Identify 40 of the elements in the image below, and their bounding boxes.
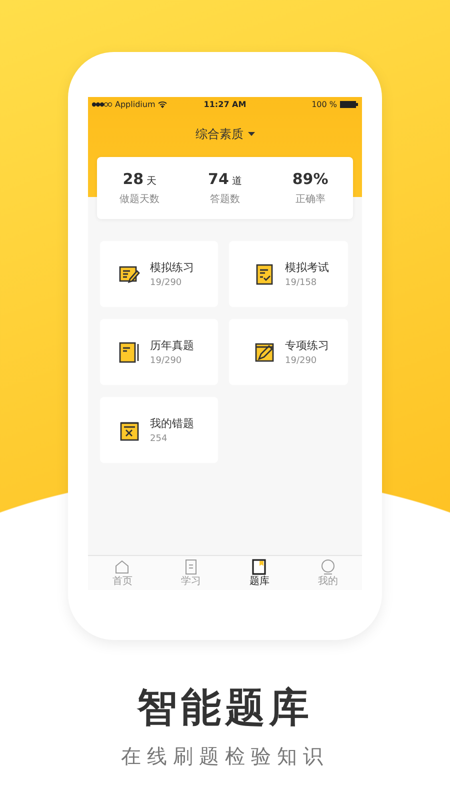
stat-label: 答题数 bbox=[210, 193, 240, 206]
question-book-icon[interactable] bbox=[251, 559, 268, 575]
profile-icon[interactable] bbox=[320, 559, 336, 575]
headline: 智能题库 bbox=[137, 684, 313, 733]
stat-label: 正确率 bbox=[295, 192, 326, 206]
notebook-icon[interactable] bbox=[182, 559, 199, 575]
question-count: 19/290 bbox=[285, 356, 318, 366]
module-title: 历年真题 bbox=[150, 338, 194, 353]
battery-percent: 100 % bbox=[312, 100, 337, 108]
stat-unit: 天 bbox=[146, 175, 157, 188]
module-card[interactable]: 我的错题 254 bbox=[100, 397, 218, 463]
signal-icon bbox=[92, 102, 112, 106]
question-count: 19/290 bbox=[150, 356, 183, 366]
caret-icon[interactable] bbox=[248, 132, 254, 136]
book-icon bbox=[118, 340, 140, 364]
module-title: 我的错题 bbox=[150, 416, 194, 431]
module-card[interactable]: 专项练习 19/290 bbox=[229, 319, 348, 385]
module-title: 模拟练习 bbox=[150, 260, 194, 275]
battery-icon bbox=[340, 100, 358, 108]
module-card[interactable]: 历年真题 19/290 bbox=[100, 319, 218, 385]
module-title: 专项练习 bbox=[285, 338, 329, 353]
carrier-name: Applidium bbox=[115, 100, 156, 108]
subject-selector[interactable]: 综合素质 bbox=[196, 126, 244, 142]
home-icon[interactable] bbox=[114, 559, 130, 575]
subtitle: 在线刷题检验知识 bbox=[121, 743, 329, 770]
question-count: 19/290 bbox=[150, 278, 183, 288]
stat-value: 74 bbox=[208, 170, 229, 188]
stat-value: 89% bbox=[292, 170, 328, 188]
module-card[interactable]: 模拟练习 19/290 bbox=[100, 241, 218, 307]
stat-value: 28 bbox=[122, 170, 144, 188]
pencil-square-icon bbox=[253, 340, 275, 364]
module-title: 模拟考试 bbox=[285, 260, 329, 275]
module-card[interactable]: 模拟考试 19/158 bbox=[229, 241, 348, 307]
wifi-icon bbox=[158, 100, 168, 108]
stat-label: 做题天数 bbox=[120, 193, 160, 206]
status-time: 11:27 AM bbox=[204, 100, 246, 108]
question-count: 254 bbox=[150, 434, 168, 444]
tab-label[interactable]: 题库 bbox=[249, 576, 270, 587]
question-count: 19/158 bbox=[285, 278, 318, 288]
stat-unit: 道 bbox=[232, 175, 242, 188]
